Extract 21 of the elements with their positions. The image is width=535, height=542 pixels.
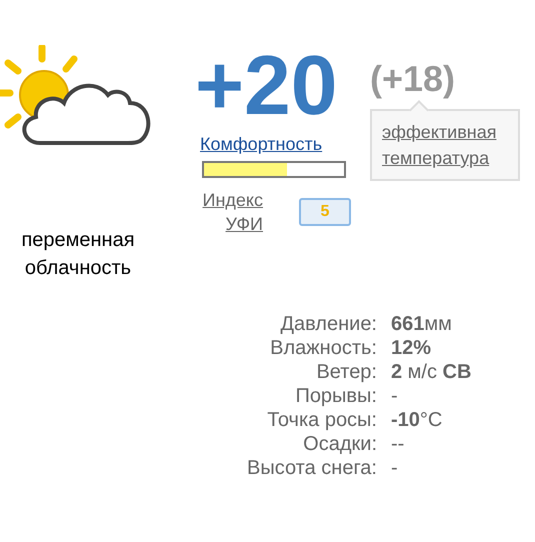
uv-index-link[interactable]: Индекс УФИ [188, 188, 263, 236]
detail-label: Точка росы: [266, 408, 377, 432]
detail-label: Порывы: [294, 384, 377, 408]
detail-value: -- [390, 432, 406, 456]
detail-value: - [390, 456, 399, 480]
detail-label: Осадки: [302, 432, 377, 456]
detail-value: -10°C [390, 408, 444, 432]
detail-value: 2 м/с СВ [390, 360, 472, 384]
detail-label: Ветер: [315, 360, 377, 384]
detail-label: Давление: [279, 312, 377, 336]
comfort-link[interactable]: Комфортность [200, 133, 322, 155]
effective-temperature-link[interactable]: эффективная температура [382, 119, 508, 171]
uv-index-badge: 5 [299, 198, 351, 226]
feels-like-temperature: (+18) [370, 57, 456, 101]
detail-label: Влажность: [269, 336, 377, 360]
detail-value: 12% [390, 336, 432, 360]
detail-value: 661мм [390, 312, 453, 336]
detail-value: - [390, 384, 399, 408]
detail-label: Высота снега: [246, 456, 377, 480]
weather-condition: переменная облачность [20, 228, 136, 281]
temperature: +20 [195, 37, 338, 133]
